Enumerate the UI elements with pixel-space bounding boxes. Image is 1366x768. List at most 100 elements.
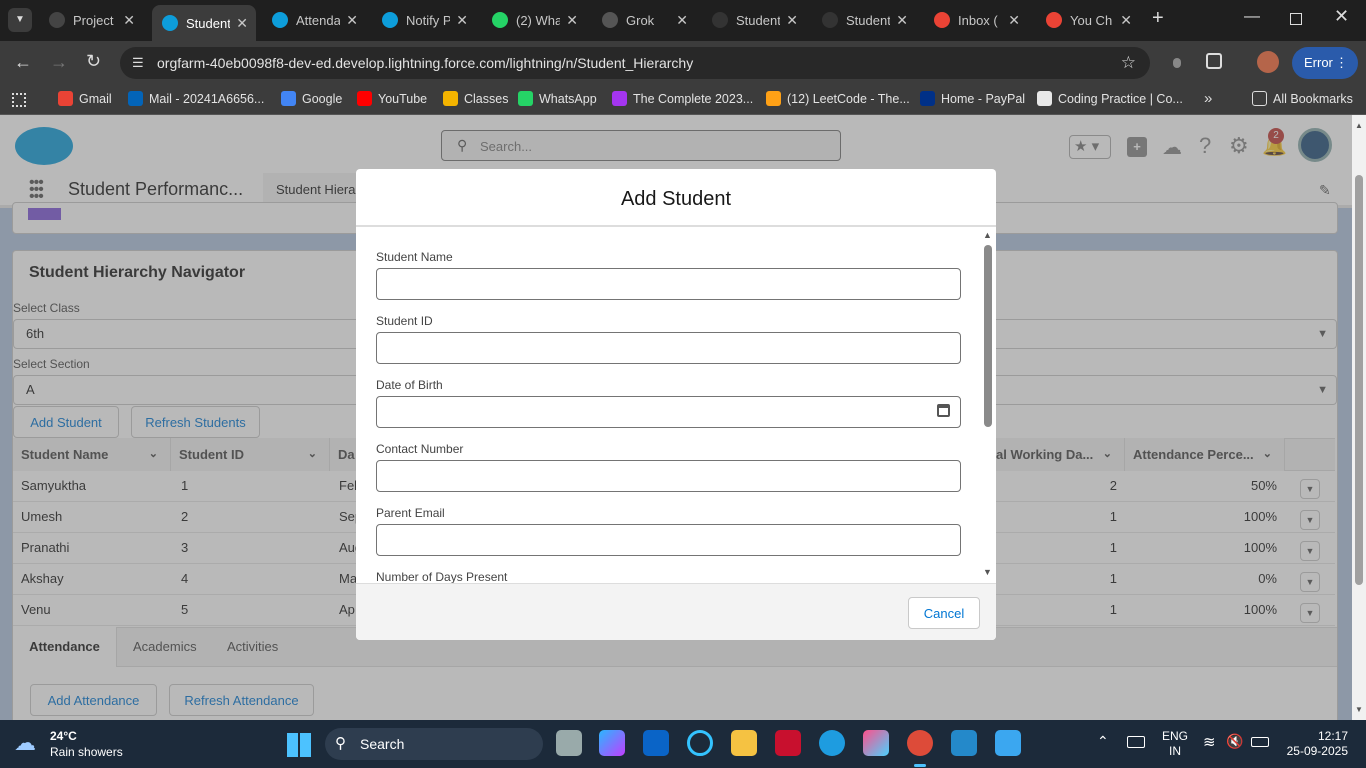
close-tab-icon[interactable]: ✕ <box>1008 12 1020 29</box>
bookmark-item[interactable]: Home - PayPal <box>920 91 1025 106</box>
reload-icon[interactable]: ↻ <box>86 51 101 72</box>
salesforce-icon <box>272 12 288 28</box>
apps-grid-icon[interactable] <box>12 93 26 107</box>
calendar-icon[interactable] <box>937 404 950 417</box>
close-tab-icon[interactable]: ✕ <box>676 12 688 29</box>
active-app-indicator <box>914 764 926 767</box>
forward-icon[interactable]: → <box>50 52 68 73</box>
language-indicator[interactable]: ENG IN <box>1162 729 1188 759</box>
cortana-icon[interactable] <box>687 730 713 756</box>
tray-chevron-up-icon[interactable]: ⌃ <box>1097 733 1109 750</box>
browser-tab-label: (2) What <box>516 12 560 28</box>
close-window-icon[interactable]: ✕ <box>1334 6 1349 27</box>
bookmark-favicon-icon <box>1037 91 1052 106</box>
clock[interactable]: 12:17 25-09-2025 <box>1283 729 1348 759</box>
modal-footer: Cancel <box>356 583 996 640</box>
scrollbar-thumb[interactable] <box>1355 175 1363 585</box>
student-name-input[interactable] <box>376 268 961 300</box>
close-tab-icon[interactable]: ✕ <box>566 12 578 29</box>
bookmark-favicon-icon <box>612 91 627 106</box>
close-tab-icon[interactable]: ✕ <box>236 15 248 32</box>
browser-tab[interactable]: Inbox (✕ <box>924 5 1028 35</box>
bookmark-item[interactable]: The Complete 2023... <box>612 91 753 106</box>
tab-search-chevron-icon[interactable]: ▼ <box>8 8 32 32</box>
bookmark-item[interactable]: YouTube <box>357 91 427 106</box>
salesforce-icon <box>382 12 398 28</box>
bookmark-item[interactable]: (12) LeetCode - The... <box>766 91 910 106</box>
bookmark-star-icon[interactable]: ☆ <box>1121 47 1136 79</box>
photos-icon[interactable] <box>995 730 1021 756</box>
maximize-icon[interactable] <box>1290 13 1302 25</box>
chrome-icon[interactable] <box>907 730 933 756</box>
folder-icon <box>1252 91 1267 106</box>
bookmark-favicon-icon <box>443 91 458 106</box>
copilot-icon[interactable] <box>599 730 625 756</box>
task-view-icon[interactable] <box>556 730 582 756</box>
gmail-icon <box>1046 12 1062 28</box>
modal-scroll-up-icon[interactable]: ▲ <box>983 230 992 240</box>
minimize-icon[interactable]: — <box>1244 8 1260 26</box>
close-tab-icon[interactable]: ✕ <box>456 12 468 29</box>
modal-scrollbar-thumb[interactable] <box>984 245 992 427</box>
volume-muted-icon[interactable]: 🔇 <box>1226 733 1243 750</box>
browser-tab[interactable]: Grok ✕ <box>592 5 696 35</box>
bookmark-item[interactable]: Gmail <box>58 91 112 106</box>
extensions-puzzle-icon[interactable] <box>1206 53 1222 69</box>
vscode-icon[interactable] <box>951 730 977 756</box>
date-of-birth-input[interactable] <box>376 396 961 428</box>
outlook-icon[interactable] <box>643 730 669 756</box>
bookmark-favicon-icon <box>357 91 372 106</box>
start-windows-icon[interactable] <box>287 733 311 757</box>
close-tab-icon[interactable]: ✕ <box>123 12 135 29</box>
modal-title: Add Student <box>620 188 732 210</box>
parent-email-input[interactable] <box>376 524 961 556</box>
student-id-input[interactable] <box>376 332 961 364</box>
url-text: orgfarm-40eb0098f8-dev-ed.develop.lightn… <box>157 55 694 71</box>
wifi-icon[interactable]: ≋ <box>1203 733 1216 751</box>
extension-dot-icon[interactable] <box>1173 58 1181 68</box>
close-tab-icon[interactable]: ✕ <box>786 12 798 29</box>
weather-widget[interactable]: ☁ 24°C Rain showers <box>14 728 134 762</box>
browser-tab[interactable]: (2) What ✕ <box>482 5 586 35</box>
back-icon[interactable]: ← <box>14 52 32 73</box>
url-input[interactable]: ☰ orgfarm-40eb0098f8-dev-ed.develop.ligh… <box>120 47 1150 79</box>
m365-icon[interactable] <box>863 730 889 756</box>
bookmark-item[interactable]: WhatsApp <box>518 91 597 106</box>
all-bookmarks-folder[interactable]: All Bookmarks <box>1252 91 1353 106</box>
keyboard-icon[interactable] <box>1127 736 1145 748</box>
bookmark-item[interactable]: Classes <box>443 91 508 106</box>
error-label: Error <box>1304 55 1333 70</box>
browser-tab[interactable]: Project ✕ <box>39 5 143 35</box>
cancel-button[interactable]: Cancel <box>908 597 980 629</box>
browser-tab[interactable]: Student ✕ <box>702 5 806 35</box>
scroll-down-icon[interactable]: ▼ <box>1355 705 1363 714</box>
taskbar-search[interactable]: ⚲ Search <box>325 728 543 760</box>
new-tab-plus-icon[interactable]: + <box>1152 7 1164 30</box>
profile-avatar[interactable] <box>1257 51 1279 73</box>
bookmark-item[interactable]: Google <box>281 91 342 106</box>
more-bookmarks-chevron-icon[interactable]: » <box>1204 90 1212 107</box>
site-info-icon[interactable]: ☰ <box>132 47 144 79</box>
page-scrollbar[interactable]: ▲ ▼ <box>1352 115 1366 720</box>
file-explorer-icon[interactable] <box>731 730 757 756</box>
close-tab-icon[interactable]: ✕ <box>1120 12 1132 29</box>
bookmark-item[interactable]: Coding Practice | Co... <box>1037 91 1183 106</box>
browser-tab[interactable]: Attenda ✕ <box>262 5 366 35</box>
modal-scroll-down-icon[interactable]: ▼ <box>983 567 992 577</box>
bookmark-favicon-icon <box>766 91 781 106</box>
browser-tab[interactable]: Student ✕ <box>152 5 256 41</box>
close-tab-icon[interactable]: ✕ <box>896 12 908 29</box>
bookmark-item[interactable]: Mail - 20241A6656... <box>128 91 264 106</box>
browser-tab[interactable]: You Ch ✕ <box>1036 5 1140 35</box>
scroll-up-icon[interactable]: ▲ <box>1355 121 1363 130</box>
mcafee-icon[interactable] <box>775 730 801 756</box>
contact-number-input[interactable] <box>376 460 961 492</box>
battery-icon[interactable] <box>1251 737 1269 747</box>
close-tab-icon[interactable]: ✕ <box>346 12 358 29</box>
weather-temp: 24°C <box>50 729 77 743</box>
error-button[interactable]: Error ⋮ <box>1292 47 1358 79</box>
browser-tab[interactable]: Notify P ✕ <box>372 5 476 35</box>
bookmark-favicon-icon <box>58 91 73 106</box>
browser-tab[interactable]: Student ✕ <box>812 5 916 35</box>
edge-icon[interactable] <box>819 730 845 756</box>
